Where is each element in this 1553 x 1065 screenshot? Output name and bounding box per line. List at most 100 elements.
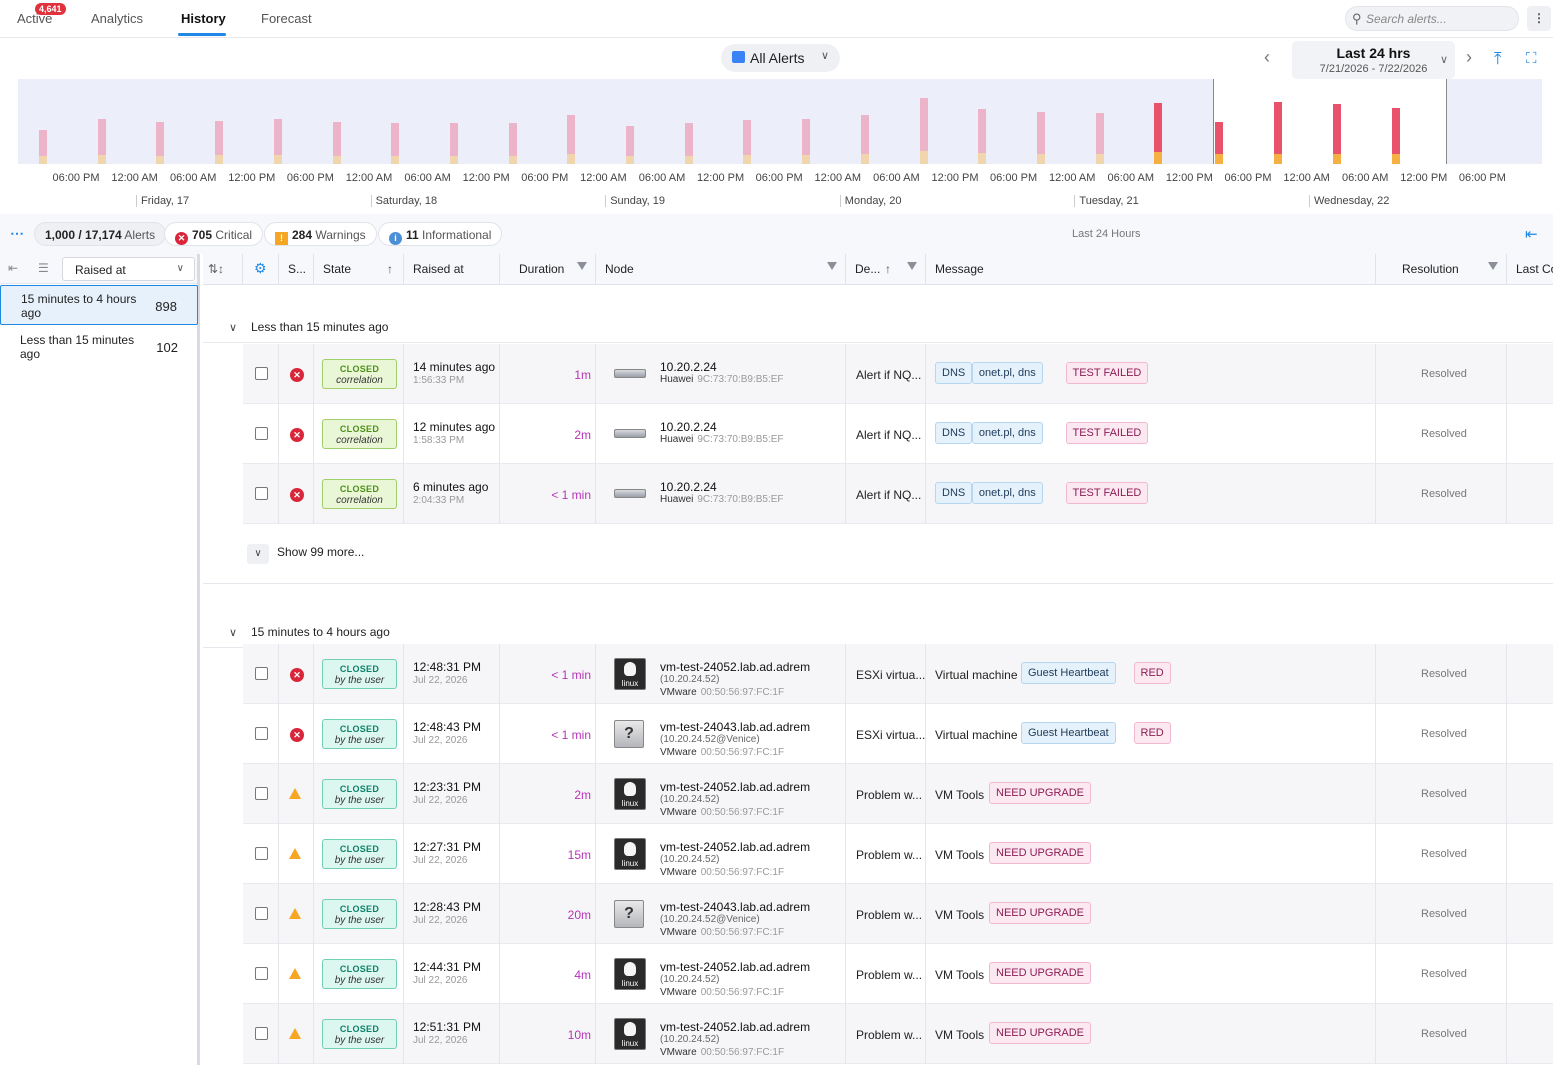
node-name[interactable]: vm-test-24043.lab.ad.adrem [660, 900, 810, 914]
group-count: 898 [155, 299, 177, 314]
tab-analytics[interactable]: Analytics [91, 11, 143, 26]
table-row[interactable]: ✕ CLOSED by the user 12:48:31 PM Jul 22, 202… [243, 644, 1553, 704]
filter-icon[interactable] [1488, 262, 1498, 270]
critical-filter-pill[interactable]: ✕ 705 Critical [164, 222, 264, 246]
message-tag: onet.pl, dns [971, 422, 1043, 444]
timeline-bar [1154, 103, 1163, 164]
node-name[interactable]: vm-test-24043.lab.ad.adrem [660, 720, 810, 734]
show-more-label: Show 99 more... [277, 545, 365, 559]
message-tag: onet.pl, dns [971, 482, 1043, 504]
group-item[interactable]: Less than 15 minutes ago 102 [0, 327, 198, 367]
group-label: 15 minutes to 4 hours ago [21, 292, 137, 320]
table-row[interactable]: CLOSED by the user 12:44:31 PM Jul 22, 2026… [243, 944, 1553, 1004]
collapse-panel-icon[interactable]: ⇤ [1525, 225, 1538, 243]
more-options-button[interactable]: ⋮ [1527, 6, 1551, 31]
tab-history[interactable]: History [181, 11, 226, 26]
table-row[interactable]: ✕ CLOSED by the user 12:48:43 PM Jul 22, 202… [243, 704, 1553, 764]
linux-server-icon: linux [614, 838, 646, 870]
previous-range-button[interactable]: ‹ [1264, 47, 1270, 68]
timeline-bar [626, 126, 634, 164]
chevron-down-icon: ∨ [1440, 54, 1449, 66]
state-badge: CLOSED by the user [322, 899, 397, 929]
timeline-bar [215, 121, 224, 164]
section-title[interactable]: Less than 15 minutes ago [251, 320, 388, 334]
node-name[interactable]: vm-test-24052.lab.ad.adrem [660, 1020, 810, 1034]
node-name[interactable]: 10.20.2.24 [660, 360, 717, 374]
node-name[interactable]: 10.20.2.24 [660, 480, 717, 494]
node-vendor: VMware 00:50:56:97:FC:1F [660, 747, 784, 758]
row-checkbox[interactable] [255, 487, 268, 500]
row-checkbox[interactable] [255, 727, 268, 740]
timeline-bar [1215, 122, 1223, 164]
filter-icon[interactable] [827, 262, 837, 270]
more-icon[interactable]: ⋯ [10, 225, 24, 242]
fullscreen-icon[interactable]: ⛶ [1526, 50, 1537, 67]
column-description[interactable]: De... ↑ [846, 254, 926, 285]
table-row[interactable]: CLOSED by the user 12:27:31 PM Jul 22, 2026… [243, 824, 1553, 884]
time-tick: 12:00 PM [931, 172, 979, 184]
resolution-text: Resolved [1421, 848, 1467, 860]
mac-address: 9C:73:70:B9:B5:EF [697, 434, 784, 445]
column-state[interactable]: State ↑ [314, 254, 404, 285]
node-vendor: Huawei 9C:73:70:B9:B5:EF [660, 434, 784, 445]
tree-view-icon[interactable]: ☰ [38, 261, 49, 275]
timeline-bar [273, 119, 282, 164]
state-reason: by the user [334, 675, 385, 686]
row-checkbox[interactable] [255, 847, 268, 860]
row-checkbox[interactable] [255, 787, 268, 800]
table-row[interactable]: CLOSED by the user 12:51:31 PM Jul 22, 2026… [243, 1004, 1553, 1064]
column-message[interactable]: Message [926, 254, 1376, 285]
node-name[interactable]: vm-test-24052.lab.ad.adrem [660, 960, 810, 974]
group-by-select[interactable]: Raised at ∨ [62, 257, 195, 281]
node-name[interactable]: vm-test-24052.lab.ad.adrem [660, 840, 810, 854]
warning-filter-pill[interactable]: ! 284 Warnings [264, 222, 377, 246]
state-badge: CLOSED correlation [322, 419, 397, 449]
row-checkbox[interactable] [255, 367, 268, 380]
table-row[interactable]: CLOSED by the user 12:28:43 PM Jul 22, 2026… [243, 884, 1553, 944]
time-range-selector[interactable]: Last 24 hrs 7/21/2026 - 7/22/2026 ∨ [1292, 41, 1455, 79]
expand-collapse-all-icon[interactable]: ⇅↕ [203, 254, 243, 285]
filter-icon[interactable] [907, 262, 917, 270]
row-checkbox[interactable] [255, 907, 268, 920]
column-duration[interactable]: Duration [500, 254, 596, 285]
table-row[interactable]: CLOSED by the user 12:23:31 PM Jul 22, 2026… [243, 764, 1553, 824]
row-checkbox[interactable] [255, 427, 268, 440]
row-checkbox[interactable] [255, 1027, 268, 1040]
node-name[interactable]: vm-test-24052.lab.ad.adrem [660, 660, 810, 674]
alert-timeline-chart[interactable] [18, 79, 1542, 164]
node-ip: (10.20.24.52) [660, 974, 720, 985]
collapse-left-icon[interactable]: ⇤ [8, 261, 18, 275]
chevron-down-icon[interactable]: ∨ [229, 321, 237, 334]
column-resolution[interactable]: Resolution [1376, 254, 1507, 285]
column-node[interactable]: Node [596, 254, 846, 285]
column-settings-icon[interactable]: ⚙ [243, 254, 279, 285]
tab-forecast[interactable]: Forecast [261, 11, 312, 26]
next-range-button[interactable]: › [1466, 47, 1472, 68]
day-tick: Tuesday, 21 [1074, 195, 1139, 207]
group-item[interactable]: 15 minutes to 4 hours ago 898 [0, 285, 198, 325]
column-raised[interactable]: Raised at [404, 254, 500, 285]
show-more-button[interactable]: ∨ Show 99 more... [247, 544, 364, 566]
row-checkbox[interactable] [255, 667, 268, 680]
chevron-down-icon[interactable]: ∨ [229, 626, 237, 639]
table-row[interactable]: ✕ CLOSED correlation 14 minutes ago 1:56:33 … [243, 344, 1553, 404]
node-name[interactable]: vm-test-24052.lab.ad.adrem [660, 780, 810, 794]
linux-server-icon: linux [614, 1018, 646, 1050]
table-row[interactable]: ✕ CLOSED correlation 6 minutes ago 2:04:33 P… [243, 464, 1553, 524]
search-input[interactable]: ⚲ Search alerts... [1345, 6, 1519, 31]
sort-asc-icon: ↑ [387, 262, 393, 276]
filter-icon[interactable] [577, 262, 587, 270]
timeline-selection-window[interactable] [1213, 79, 1447, 164]
section-title[interactable]: 15 minutes to 4 hours ago [251, 625, 390, 639]
column-severity[interactable]: S... [279, 254, 314, 285]
row-checkbox[interactable] [255, 967, 268, 980]
alert-filter-dropdown[interactable]: All Alerts ∨ [721, 44, 840, 72]
mac-address: 00:50:56:97:FC:1F [700, 807, 785, 818]
state-label: CLOSED [339, 784, 380, 794]
column-last[interactable]: Last Co [1507, 254, 1553, 285]
node-name[interactable]: 10.20.2.24 [660, 420, 717, 434]
table-row[interactable]: ✕ CLOSED correlation 12 minutes ago 1:58:33 … [243, 404, 1553, 464]
export-icon[interactable]: ⤒ [1494, 49, 1502, 69]
info-filter-pill[interactable]: i 11 Informational [378, 222, 503, 246]
top-nav: Active 4,641 Analytics History Forecast … [0, 0, 1553, 38]
